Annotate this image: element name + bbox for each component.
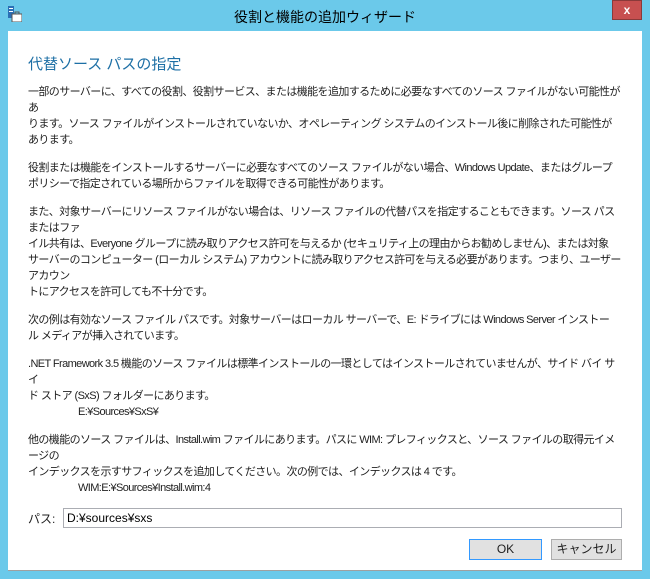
title-bar: 役割と機能の追加ウィザード x <box>0 0 650 31</box>
paragraph-netfx: .NET Framework 3.5 機能のソース ファイルは標準インストールの… <box>28 356 622 420</box>
text-line: ル メディアが挿入されています。 <box>28 330 185 342</box>
text-line: また、対象サーバーにリソース ファイルがない場合は、リソース ファイルの代替パス… <box>28 206 615 234</box>
window-bottom-border <box>0 571 650 579</box>
example-wim-path: WIM:E:¥Sources¥Install.wim:4 <box>78 482 211 494</box>
text-line: 役割または機能をインストールするサーバーに必要なすべてのソース ファイルがない場… <box>28 162 613 174</box>
text-line: ド ストア (SxS) フォルダーにあります。 <box>28 390 215 402</box>
text-line: .NET Framework 3.5 機能のソース ファイルは標準インストールの… <box>28 358 615 386</box>
text-line: インデックスを示すサフィックスを追加してください。次の例では、インデックスは 4… <box>28 466 462 478</box>
path-input[interactable] <box>63 508 622 528</box>
text-line: トにアクセスを許可しても不十分です。 <box>28 286 213 298</box>
window-title: 役割と機能の追加ウィザード <box>234 9 416 25</box>
text-line: ります。ソース ファイルがインストールされていないか、オペレーティング システム… <box>28 118 612 146</box>
text-line: サーバーのコンピューター (ローカル システム) アカウントに読み取りアクセス許… <box>28 254 621 282</box>
text-line: イル共有は、Everyone グループに読み取りアクセス許可を与えるか (セキュ… <box>28 238 609 250</box>
server-manager-icon <box>8 6 22 22</box>
text-line: 一部のサーバーに、すべての役割、役割サービス、または機能を追加するために必要なす… <box>28 86 620 114</box>
paragraph-wim: 他の機能のソース ファイルは、Install.wim ファイルにあります。パスに… <box>28 432 622 496</box>
text-line: ポリシーで指定されている場所からファイルを取得できる可能性があります。 <box>28 178 390 190</box>
text-line: 次の例は有効なソース ファイル パスです。対象サーバーはローカル サーバーで、E… <box>28 314 610 326</box>
page-title: 代替ソース パスの指定 <box>28 56 182 73</box>
cancel-button[interactable]: キャンセル <box>551 539 622 560</box>
paragraph-windows-update: 役割または機能をインストールするサーバーに必要なすべてのソース ファイルがない場… <box>28 160 622 192</box>
close-button[interactable]: x <box>612 0 642 20</box>
paragraph-alternate-path: また、対象サーバーにリソース ファイルがない場合は、リソース ファイルの代替パス… <box>28 204 622 300</box>
path-row: パス: <box>28 508 622 528</box>
ok-button[interactable]: OK <box>469 539 542 560</box>
paragraph-examples-intro: 次の例は有効なソース ファイル パスです。対象サーバーはローカル サーバーで、E… <box>28 312 622 344</box>
path-label: パス: <box>28 511 56 526</box>
button-row: OK キャンセル <box>28 539 622 560</box>
example-sxs-path: E:¥Sources¥SxS¥ <box>78 406 159 418</box>
dialog-content: 代替ソース パスの指定 一部のサーバーに、すべての役割、役割サービス、または機能… <box>8 31 642 571</box>
text-line: 他の機能のソース ファイルは、Install.wim ファイルにあります。パスに… <box>28 434 615 462</box>
paragraph-missing-files: 一部のサーバーに、すべての役割、役割サービス、または機能を追加するために必要なす… <box>28 84 622 148</box>
